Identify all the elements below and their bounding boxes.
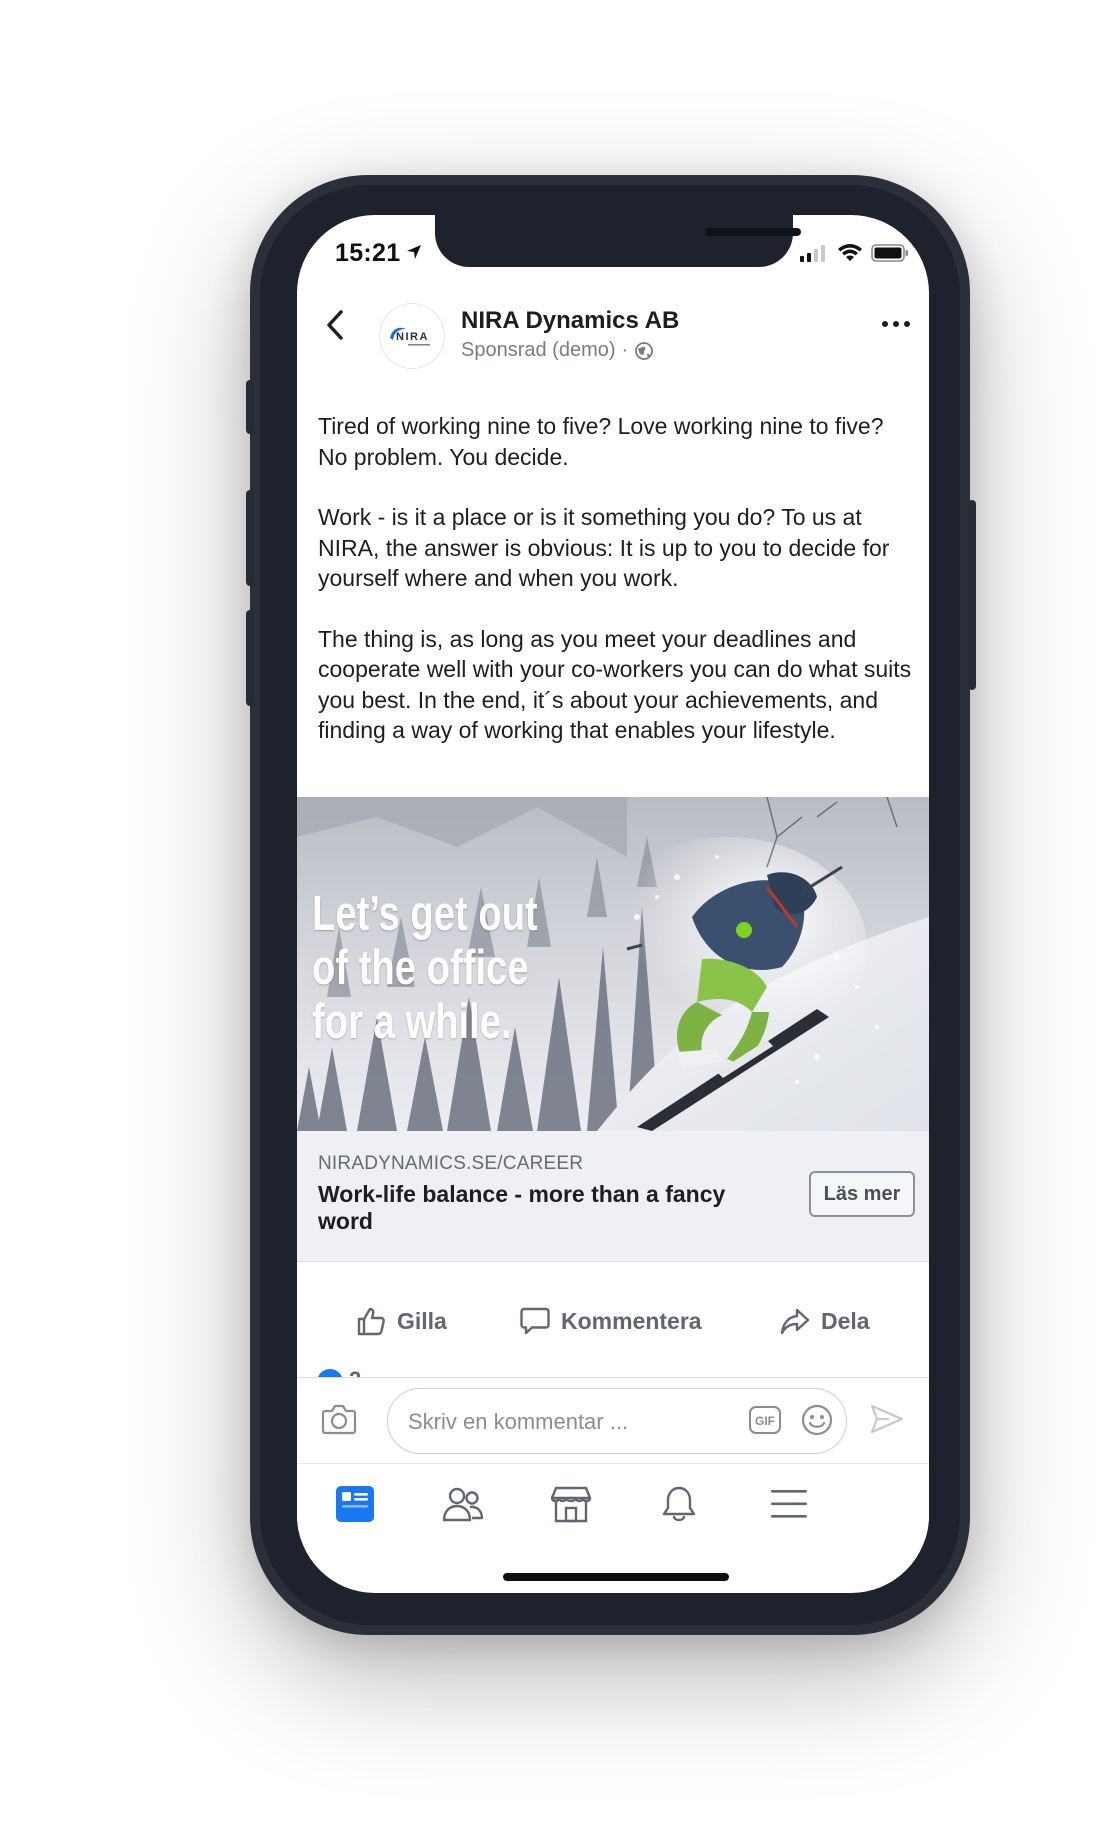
like-label: Gilla bbox=[397, 1307, 447, 1334]
tab-marketplace[interactable] bbox=[547, 1480, 595, 1528]
svg-text:NIRA: NIRA bbox=[396, 331, 429, 343]
post-paragraph-3: The thing is, as long as you meet your d… bbox=[318, 625, 912, 744]
globe-icon bbox=[635, 341, 654, 360]
link-domain: NIRADYNAMICS.SE/CAREER bbox=[318, 1153, 584, 1174]
share-label: Dela bbox=[821, 1307, 870, 1334]
location-arrow-icon bbox=[407, 245, 421, 259]
power-button bbox=[968, 500, 976, 690]
signal-icon bbox=[800, 245, 825, 262]
phone-screen: 15:21 NIRA NIRA Dynamics AB Sponsrad (de… bbox=[297, 215, 929, 1593]
ad-image[interactable]: Let’s get out of the office for a while. bbox=[297, 797, 929, 1131]
ad-headline: Let’s get out of the office for a while. bbox=[312, 887, 538, 1049]
svg-text:GIF: GIF bbox=[755, 1414, 775, 1428]
post-paragraph-2: Work - is it a place or is it something … bbox=[318, 504, 890, 591]
news-feed-icon bbox=[336, 1486, 374, 1522]
wifi-icon bbox=[838, 244, 862, 261]
friends-icon bbox=[442, 1487, 484, 1522]
comment-input[interactable]: Skriv en kommentar ... GIF bbox=[387, 1388, 847, 1454]
send-icon[interactable] bbox=[869, 1402, 905, 1436]
page-avatar[interactable]: NIRA bbox=[379, 303, 445, 369]
ad-headline-line-1: Let’s get out bbox=[312, 887, 538, 941]
notch bbox=[435, 215, 801, 267]
thumbs-up-icon bbox=[357, 1307, 385, 1336]
marketplace-icon bbox=[550, 1486, 592, 1523]
battery-icon bbox=[871, 244, 908, 262]
comment-label: Kommentera bbox=[561, 1307, 702, 1334]
sponsored-text: Sponsrad (demo) bbox=[461, 339, 616, 361]
link-title: Work-life balance - more than a fancy wo… bbox=[318, 1181, 726, 1234]
post-actions: Gilla Kommentera Dela bbox=[297, 1287, 929, 1377]
gif-icon[interactable]: GIF bbox=[748, 1405, 782, 1435]
camera-icon[interactable] bbox=[321, 1402, 357, 1436]
back-chevron-icon[interactable] bbox=[325, 309, 345, 341]
link-preview[interactable]: NIRADYNAMICS.SE/CAREER Work-life balance… bbox=[297, 1131, 929, 1262]
like-button[interactable]: Gilla bbox=[355, 1305, 447, 1337]
emoji-icon[interactable] bbox=[800, 1403, 834, 1437]
post-text: Tired of working nine to five? Love work… bbox=[318, 411, 918, 776]
hamburger-menu-icon bbox=[771, 1490, 807, 1518]
page-name[interactable]: NIRA Dynamics AB bbox=[461, 307, 679, 335]
speaker bbox=[705, 228, 801, 236]
home-indicator[interactable] bbox=[503, 1573, 729, 1581]
volume-down-button bbox=[246, 610, 254, 706]
share-arrow-icon bbox=[780, 1308, 810, 1335]
volume-up-button bbox=[246, 490, 254, 586]
mute-switch bbox=[246, 380, 254, 434]
status-time: 15:21 bbox=[335, 239, 401, 267]
bottom-tab-bar bbox=[297, 1463, 929, 1544]
tab-menu[interactable] bbox=[765, 1480, 813, 1528]
learn-more-button[interactable]: Läs mer bbox=[809, 1171, 915, 1217]
nira-logo: NIRA bbox=[390, 327, 430, 346]
sponsored-label: Sponsrad (demo) · bbox=[461, 339, 654, 362]
post-paragraph-1: Tired of working nine to five? Love work… bbox=[318, 413, 884, 470]
share-button[interactable]: Dela bbox=[779, 1305, 870, 1337]
comment-button[interactable]: Kommentera bbox=[519, 1305, 702, 1337]
tab-news-feed[interactable] bbox=[331, 1480, 379, 1528]
ad-headline-line-3: for a while. bbox=[312, 995, 512, 1049]
tab-notifications[interactable] bbox=[655, 1480, 703, 1528]
more-options-icon[interactable] bbox=[881, 319, 911, 329]
status-icons bbox=[799, 243, 909, 263]
comment-bar: Skriv en kommentar ... GIF bbox=[297, 1377, 929, 1464]
post-header: NIRA NIRA Dynamics AB Sponsrad (demo) · bbox=[297, 275, 929, 375]
comment-placeholder: Skriv en kommentar ... bbox=[408, 1409, 629, 1434]
tab-friends[interactable] bbox=[439, 1480, 487, 1528]
separator-dot: · bbox=[621, 339, 629, 361]
comment-bubble-icon bbox=[520, 1307, 550, 1335]
bell-icon bbox=[662, 1486, 696, 1522]
ad-headline-line-2: of the office bbox=[312, 941, 529, 995]
